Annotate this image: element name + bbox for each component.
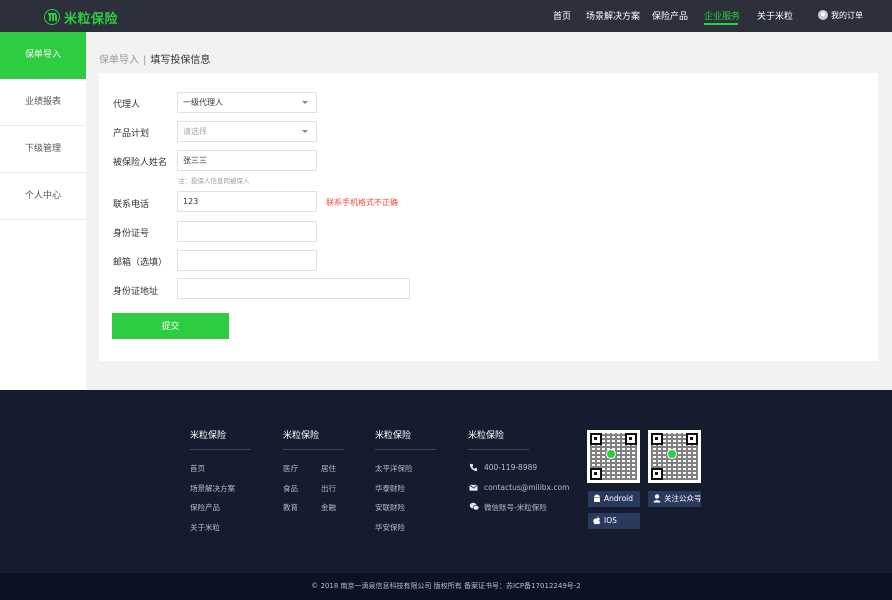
phone-label: 联系电话 [113, 200, 150, 210]
user-icon [653, 494, 661, 503]
id-number-input[interactable] [177, 221, 317, 242]
nav-item-home[interactable]: 首页 [553, 9, 571, 22]
logo[interactable]: 米粒保险 [44, 8, 119, 27]
breadcrumb-separator: | [143, 55, 147, 66]
footer-link[interactable]: 医疗 [283, 463, 298, 474]
footer-link[interactable]: 太平洋保险 [375, 463, 413, 474]
footer-link[interactable]: 金融 [321, 502, 336, 513]
id-address-label: 身份证地址 [113, 287, 159, 297]
footer-link[interactable]: 教育 [283, 502, 298, 513]
nav-active-indicator [704, 23, 738, 25]
footer-link[interactable]: 场景解决方案 [190, 483, 235, 494]
insured-name-hint: 注：投保人信息同被保人 [178, 177, 250, 185]
top-navbar: 米粒保险 首页 场景解决方案 保险产品 企业服务 关于米粒 我的订单 [0, 0, 892, 32]
breadcrumb-parent[interactable]: 保单导入 [99, 55, 139, 66]
email-icon [469, 484, 478, 491]
android-download-qr-code [587, 430, 640, 483]
footer-link[interactable]: 首页 [190, 463, 205, 474]
footer-contact-title: 米粒保险 [468, 431, 505, 441]
footer-link[interactable]: 居住 [321, 463, 336, 474]
agent-label: 代理人 [113, 100, 141, 110]
breadcrumb-current: 填写投保信息 [150, 55, 211, 66]
contact-phone[interactable]: 400-119-8989 [484, 463, 537, 472]
logo-icon [44, 9, 60, 25]
phone-input[interactable]: 123 [177, 191, 317, 212]
footer-column-title: 米粒保险 [375, 431, 412, 441]
nav-item-solutions[interactable]: 场景解决方案 [586, 9, 640, 22]
follow-official-account-button[interactable]: 关注公众号 [648, 491, 702, 507]
android-download-label: Android [604, 494, 633, 503]
footer-link[interactable]: 关于米粒 [190, 522, 220, 533]
sidebar: 保单导入 业绩报表 下级管理 个人中心 [0, 32, 86, 390]
apple-icon [593, 516, 601, 525]
nav-item-products[interactable]: 保险产品 [652, 9, 688, 22]
form-card: 代理人 一级代理人 产品计划 请选择 被保险人姓名 张三三 注：投保人信息同被保… [99, 73, 878, 361]
android-icon [594, 494, 600, 502]
agent-select-value: 一级代理人 [183, 98, 223, 107]
chevron-down-icon [302, 130, 308, 133]
copyright-bar: © 2018 南京一滴泉信息科技有限公司 版权所有 备案证书号：苏ICP备170… [0, 573, 892, 600]
insured-name-input[interactable]: 张三三 [177, 150, 317, 171]
nav-item-about[interactable]: 关于米粒 [757, 9, 793, 22]
footer: 米粒保险 首页 场景解决方案 保险产品 关于米粒 米粒保险 医疗 居住 食品 出… [0, 390, 892, 573]
footer-link[interactable]: 华安保险 [375, 522, 405, 533]
footer-link[interactable]: 安联财险 [375, 502, 405, 513]
my-orders-link[interactable]: 我的订单 [831, 10, 863, 21]
ios-download-button[interactable]: IOS [588, 513, 640, 529]
sidebar-item-personal-center[interactable]: 个人中心 [0, 173, 86, 220]
contact-wechat: 微信账号-米粒保险 [484, 503, 547, 512]
id-address-input[interactable] [177, 278, 410, 299]
follow-official-account-label: 关注公众号 [664, 494, 702, 503]
footer-divider [468, 449, 529, 450]
phone-error-message: 联系手机格式不正确 [326, 198, 398, 207]
wechat-follow-qr-code [648, 430, 701, 483]
android-download-button[interactable]: Android [588, 491, 640, 507]
footer-link[interactable]: 华泰财险 [375, 483, 405, 494]
nav-item-enterprise[interactable]: 企业服务 [704, 9, 740, 22]
id-number-label: 身份证号 [113, 229, 150, 239]
logo-icon [606, 449, 616, 459]
logo-icon [667, 449, 677, 459]
contact-email[interactable]: contactus@milibx.com [484, 483, 569, 492]
plan-select-placeholder: 请选择 [183, 127, 207, 136]
plan-select[interactable]: 请选择 [177, 121, 317, 142]
email-input[interactable] [177, 250, 317, 271]
chevron-down-icon [302, 101, 308, 104]
sidebar-item-sub-management[interactable]: 下级管理 [0, 126, 86, 173]
footer-divider [283, 449, 344, 450]
main-content: 保单导入 | 填写投保信息 代理人 一级代理人 产品计划 请选择 被保险人姓名 张三… [86, 32, 892, 390]
ios-download-label: IOS [604, 516, 617, 525]
sidebar-item-policy-import[interactable]: 保单导入 [0, 32, 86, 79]
footer-divider [375, 449, 436, 450]
phone-icon [469, 463, 478, 472]
user-icon[interactable] [818, 10, 828, 20]
footer-link[interactable]: 出行 [321, 483, 336, 494]
plan-label: 产品计划 [113, 129, 150, 139]
wechat-icon [469, 502, 480, 511]
footer-link[interactable]: 保险产品 [190, 502, 220, 513]
insured-name-label: 被保险人姓名 [113, 158, 168, 168]
email-label: 邮箱（选填） [113, 258, 168, 268]
logo-text: 米粒保险 [64, 11, 119, 27]
sidebar-item-performance-report[interactable]: 业绩报表 [0, 79, 86, 126]
breadcrumb: 保单导入 | 填写投保信息 [99, 51, 210, 66]
agent-select[interactable]: 一级代理人 [177, 92, 317, 113]
footer-column-title: 米粒保险 [283, 431, 320, 441]
footer-column-title: 米粒保险 [190, 431, 227, 441]
submit-button[interactable]: 提交 [112, 313, 229, 339]
footer-divider [190, 449, 251, 450]
footer-link[interactable]: 食品 [283, 483, 298, 494]
